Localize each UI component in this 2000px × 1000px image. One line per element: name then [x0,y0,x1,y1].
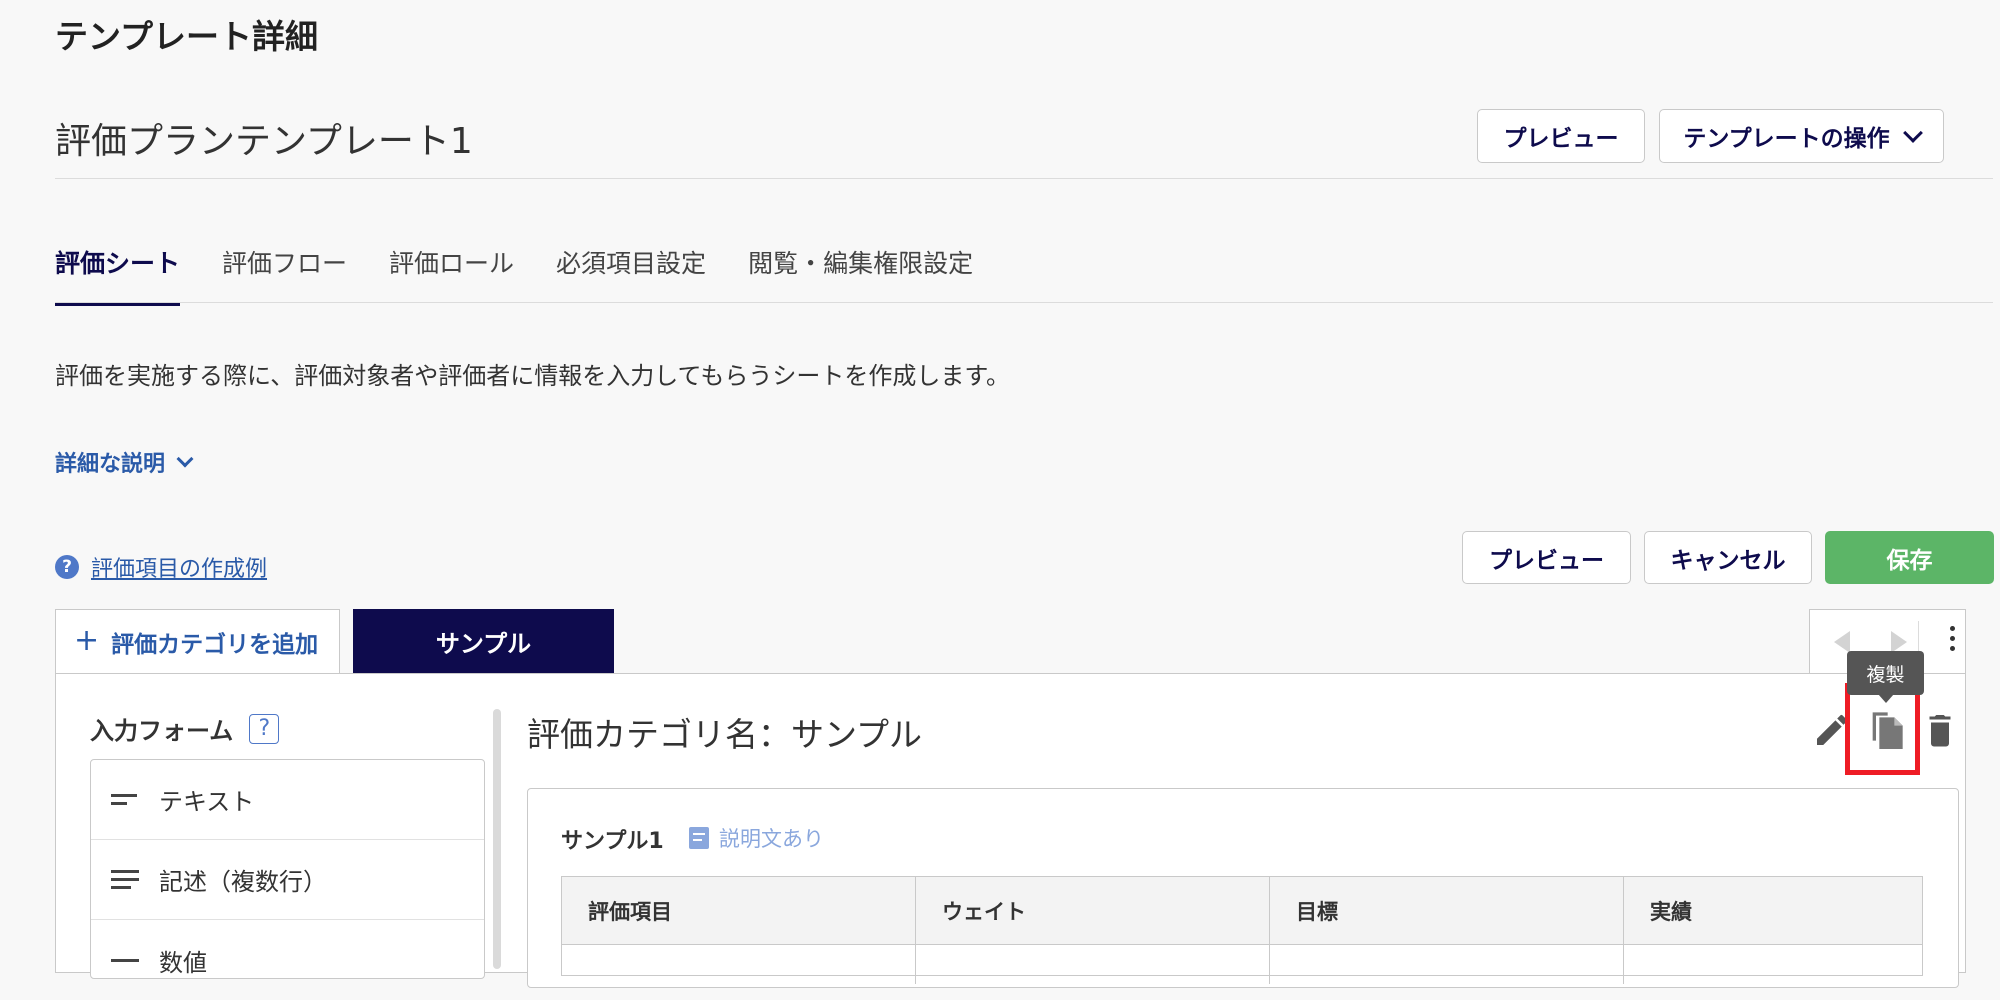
description-badge-label: 説明文あり [719,827,824,851]
input-form-list: テキスト 記述（複数行） 数値 [90,759,485,979]
arrow-left-icon[interactable] [1834,631,1850,653]
form-item-text[interactable]: テキスト [91,760,484,840]
table-header-goal: 目標 [1270,877,1624,944]
tab-required-fields[interactable]: 必須項目設定 [556,244,706,306]
preview-button-top[interactable]: プレビュー [1477,109,1645,163]
document-icon [689,827,709,849]
input-form-title: 入力フォーム ? [90,711,280,746]
arrow-right-icon[interactable] [1891,631,1907,653]
preview-button[interactable]: プレビュー [1462,531,1631,584]
save-button[interactable]: 保存 [1825,531,1994,584]
tooltip-arrow [1878,694,1894,703]
header-divider [55,178,1993,179]
add-category-label: 評価カテゴリを追加 [111,632,319,658]
tab-evaluation-role[interactable]: 評価ロール [389,244,514,306]
tab-evaluation-sheet[interactable]: 評価シート [55,244,181,306]
page-title: テンプレート詳細 [55,17,319,56]
section-title: サンプル1 [561,829,664,854]
table-col-divider [1269,944,1270,984]
table-col-divider [1623,944,1624,984]
chevron-down-icon [176,450,194,468]
help-icon[interactable]: ? [249,713,280,744]
evaluation-table: 評価項目 ウェイト 目標 実績 [561,876,1923,984]
template-operations-dropdown[interactable]: テンプレートの操作 [1659,109,1944,163]
preview-label: プレビュー [1489,547,1604,574]
help-link[interactable]: ? 評価項目の作成例 [55,551,267,583]
table-header-row: 評価項目 ウェイト 目標 実績 [562,877,1922,945]
copy-tooltip: 複製 [1847,651,1924,695]
add-category-button[interactable]: + 評価カテゴリを追加 [55,609,340,674]
table-header-weight: ウェイト [916,877,1270,944]
input-form-title-label: 入力フォーム [90,717,234,745]
save-label: 保存 [1886,547,1933,574]
template-operations-label: テンプレートの操作 [1683,126,1890,152]
form-panel-scrollbar[interactable] [493,709,501,969]
template-name: 評価プランテンプレート1 [55,121,473,162]
form-item-label: 記述（複数行） [159,868,327,896]
tab-evaluation-flow[interactable]: 評価フロー [222,244,347,306]
cancel-label: キャンセル [1670,547,1786,574]
table-header-item: 評価項目 [562,877,916,944]
tab-divider [55,302,1993,303]
preview-button-label: プレビュー [1503,126,1619,152]
multiline-text-icon [111,870,139,889]
help-link-label: 評価項目の作成例 [91,557,268,582]
table-header-result: 実績 [1650,899,1692,924]
help-circle-icon: ? [55,555,79,579]
tab-bar: 評価シート 評価フロー 評価ロール 必須項目設定 閲覧・編集権限設定 [55,244,973,306]
trash-icon[interactable] [1922,710,1958,750]
details-toggle-label: 詳細な説明 [55,452,166,477]
cancel-button[interactable]: キャンセル [1644,531,1812,584]
more-options-icon[interactable] [1950,626,1955,651]
category-tab-sample[interactable]: サンプル [353,609,614,674]
details-toggle[interactable]: 詳細な説明 [55,446,194,478]
description-badge[interactable]: 説明文あり [689,823,824,853]
plus-icon: + [74,623,100,658]
tab-permissions[interactable]: 閲覧・編集権限設定 [748,244,973,306]
sheet-description: 評価を実施する際に、評価対象者や評価者に情報を入力してもらうシートを作成します。 [55,362,1010,390]
form-item-label: 数値 [159,948,207,977]
form-item-label: テキスト [159,788,255,816]
form-item-multiline[interactable]: 記述（複数行） [91,840,484,920]
chevron-down-icon [1902,122,1923,143]
text-icon [111,794,137,805]
form-item-number[interactable]: 数値 [91,920,484,1000]
category-title: 評価カテゴリ名：サンプル [527,715,923,754]
table-col-divider [915,944,916,984]
number-icon [111,958,139,962]
